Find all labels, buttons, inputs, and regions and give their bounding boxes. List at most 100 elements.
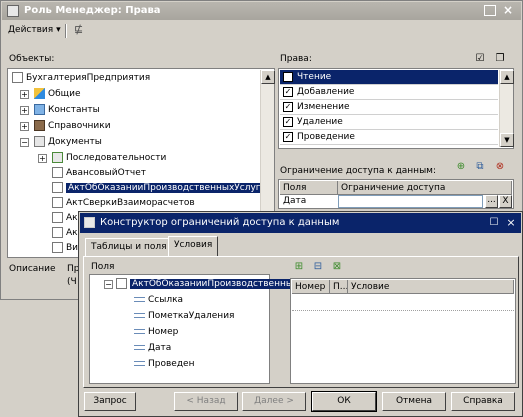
tree-item[interactable]: АвансовыйОтчет bbox=[52, 166, 146, 181]
insert-condition-icon[interactable]: ⊠ bbox=[330, 260, 344, 273]
scroll-up-icon[interactable]: ▲ bbox=[261, 70, 275, 84]
tree-item[interactable]: Ак bbox=[52, 226, 78, 241]
tree-item[interactable]: Ак bbox=[52, 211, 78, 226]
objects-label: Объекты: bbox=[9, 54, 55, 64]
restriction-input[interactable] bbox=[338, 195, 483, 208]
constants-icon bbox=[34, 104, 45, 115]
scroll-down-icon[interactable]: ▼ bbox=[500, 133, 514, 147]
scroll-up-icon[interactable]: ▲ bbox=[500, 70, 514, 84]
tab-panel: Поля − АктОбОказанииПроизводственныхУслу… bbox=[83, 256, 519, 388]
checkbox[interactable]: ✓ bbox=[283, 131, 293, 142]
tree-item[interactable]: БухгалтерияПредприятия bbox=[12, 71, 150, 86]
add-icon[interactable]: ⊕ bbox=[454, 160, 468, 173]
field-item-label: Номер bbox=[148, 327, 179, 337]
column-header-fields[interactable]: Поля bbox=[280, 181, 338, 195]
close-icon[interactable]: × bbox=[504, 216, 518, 229]
tree-item[interactable]: АктСверкиВзаиморасчетов bbox=[52, 196, 195, 211]
column-header-condition[interactable]: Условие bbox=[348, 280, 514, 294]
right-item[interactable]: ✓ Чтение bbox=[280, 70, 498, 85]
catalogs-icon bbox=[34, 120, 45, 131]
tab-conditions[interactable]: Условия bbox=[168, 236, 219, 256]
fields-label: Поля bbox=[91, 262, 115, 272]
close-icon[interactable]: × bbox=[502, 4, 514, 16]
tree-item[interactable]: Справочники bbox=[34, 119, 111, 134]
command-bar: Действия ▾ ⋢ bbox=[2, 21, 521, 41]
document-icon bbox=[52, 167, 63, 178]
right-item-label: Удаление bbox=[297, 117, 343, 127]
collapse-icon[interactable]: − bbox=[104, 280, 113, 289]
field-item-label: ПометкаУдаления bbox=[148, 311, 235, 321]
right-item[interactable]: ✓ Удаление bbox=[280, 115, 498, 130]
tree-item[interactable]: Ви bbox=[52, 241, 78, 256]
filter-icon[interactable]: ⋢ bbox=[74, 23, 86, 37]
expand-icon[interactable]: + bbox=[38, 154, 47, 163]
collapse-icon[interactable]: − bbox=[20, 138, 29, 147]
tree-item-label: Справочники bbox=[48, 121, 111, 131]
ellipsis-button[interactable]: ... bbox=[485, 195, 498, 208]
help-button[interactable]: Справка bbox=[451, 392, 515, 411]
restrictions-label: Ограничение доступа к данным: bbox=[280, 166, 436, 176]
table-row-divider bbox=[292, 310, 514, 311]
clear-button[interactable]: X bbox=[499, 195, 512, 208]
field-icon bbox=[134, 345, 145, 350]
dialog-titlebar[interactable]: Конструктор ограничений доступа к данным… bbox=[80, 213, 521, 233]
tree-item[interactable]: Последовательности bbox=[52, 151, 166, 166]
field-item[interactable]: Дата bbox=[134, 341, 171, 356]
checkbox[interactable]: ✓ bbox=[283, 71, 293, 82]
check-all-icon[interactable]: ☑ bbox=[473, 52, 487, 65]
rights-label: Права: bbox=[280, 54, 312, 64]
document-icon bbox=[52, 227, 63, 238]
rights-scrollbar[interactable]: ▲ ▼ bbox=[499, 70, 514, 147]
field-item[interactable]: Ссылка bbox=[134, 293, 183, 308]
document-icon bbox=[52, 182, 63, 193]
restrictions-constructor-dialog: Конструктор ограничений доступа к данным… bbox=[78, 211, 523, 417]
right-item[interactable]: ✓ Изменение bbox=[280, 100, 498, 115]
fields-tree: − АктОбОказанииПроизводственныхУслуг Ссы… bbox=[89, 274, 327, 384]
tree-item-label: Константы bbox=[48, 105, 100, 115]
checkbox[interactable]: ✓ bbox=[283, 116, 293, 127]
restrictions-table: Поля Ограничение доступа Дата ... X bbox=[278, 179, 514, 209]
right-item[interactable]: ✓ Добавление bbox=[280, 85, 498, 100]
checkbox[interactable]: ✓ bbox=[283, 86, 293, 97]
sequences-icon bbox=[52, 152, 63, 163]
column-header-restriction[interactable]: Ограничение доступа bbox=[338, 181, 512, 195]
expand-icon[interactable]: + bbox=[20, 90, 29, 99]
ok-button[interactable]: ОК bbox=[311, 391, 377, 412]
tab-tables-and-fields[interactable]: Таблицы и поля bbox=[85, 238, 173, 256]
rights-window-titlebar[interactable]: Роль Менеджер: Права × bbox=[2, 2, 521, 20]
checkbox[interactable]: ✓ bbox=[283, 101, 293, 112]
expand-icon[interactable]: + bbox=[20, 106, 29, 115]
table-row[interactable]: Дата ... X bbox=[280, 195, 512, 209]
maximize-icon[interactable]: ☐ bbox=[487, 216, 501, 229]
edit-condition-icon[interactable]: ⊟ bbox=[311, 260, 325, 273]
copy-icon[interactable]: ❐ bbox=[493, 52, 507, 65]
maximize-icon[interactable] bbox=[484, 5, 496, 16]
delete-icon[interactable]: ⊗ bbox=[493, 160, 507, 173]
document-icon bbox=[52, 242, 63, 253]
right-item[interactable]: ✓ Проведение bbox=[280, 130, 498, 145]
field-icon bbox=[134, 361, 145, 366]
tree-item[interactable]: Общие bbox=[34, 87, 81, 102]
column-header-number[interactable]: Номер bbox=[292, 280, 330, 294]
field-item[interactable]: Номер bbox=[134, 325, 178, 340]
field-item[interactable]: Проведен bbox=[134, 357, 194, 372]
table-icon bbox=[116, 278, 127, 289]
conditions-table: Номер П... Условие bbox=[290, 278, 516, 384]
tree-item-label: АктОбОказанииПроизводственныхУслуг bbox=[66, 183, 263, 193]
add-condition-icon[interactable]: ⊞ bbox=[292, 260, 306, 273]
dialog-title: Конструктор ограничений доступа к данным bbox=[100, 217, 340, 228]
document-icon bbox=[52, 212, 63, 223]
rights-list: ✓ Чтение ✓ Добавление ✓ Изменение ✓ Удаление… bbox=[278, 68, 514, 149]
actions-menu[interactable]: Действия ▾ bbox=[8, 25, 61, 35]
column-header-p[interactable]: П... bbox=[330, 280, 348, 294]
copy-row-icon[interactable]: ⧉ bbox=[473, 160, 487, 173]
tree-item-selected[interactable]: АктОбОказанииПроизводственныхУслуг bbox=[52, 181, 263, 196]
query-button[interactable]: Запрос bbox=[84, 392, 136, 411]
cancel-button[interactable]: Отмена bbox=[382, 392, 446, 411]
tree-item[interactable]: Константы bbox=[34, 103, 100, 118]
expand-icon[interactable]: + bbox=[20, 122, 29, 131]
field-item[interactable]: ПометкаУдаления bbox=[134, 309, 234, 324]
back-button[interactable]: < Назад bbox=[174, 392, 238, 411]
next-button[interactable]: Далее > bbox=[242, 392, 306, 411]
tree-item[interactable]: Документы bbox=[34, 135, 102, 150]
